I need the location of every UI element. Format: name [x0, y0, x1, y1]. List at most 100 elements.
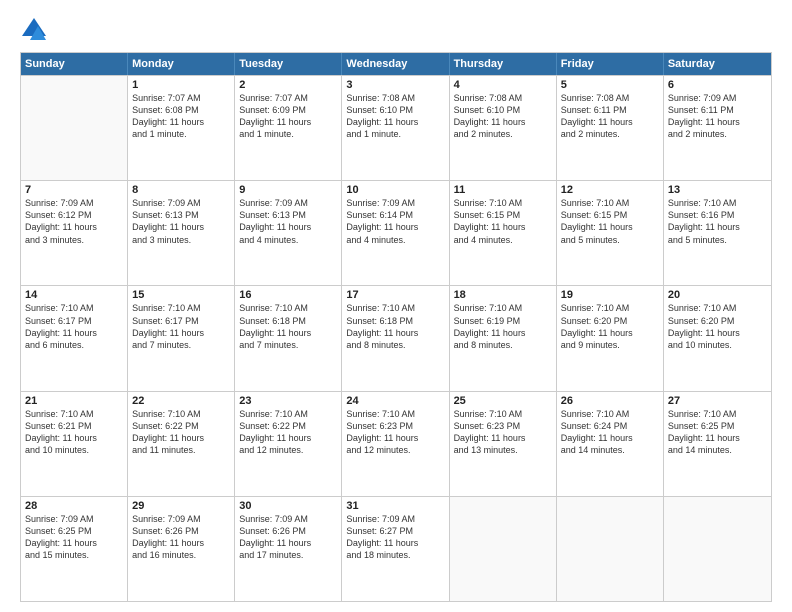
calendar-cell — [21, 76, 128, 180]
day-info: Sunrise: 7:10 AM Sunset: 6:15 PM Dayligh… — [454, 197, 552, 246]
calendar-cell: 17Sunrise: 7:10 AM Sunset: 6:18 PM Dayli… — [342, 286, 449, 390]
day-number: 12 — [561, 184, 659, 196]
day-number: 8 — [132, 184, 230, 196]
calendar-cell — [664, 497, 771, 601]
calendar-cell: 14Sunrise: 7:10 AM Sunset: 6:17 PM Dayli… — [21, 286, 128, 390]
calendar-cell: 22Sunrise: 7:10 AM Sunset: 6:22 PM Dayli… — [128, 392, 235, 496]
calendar-cell: 23Sunrise: 7:10 AM Sunset: 6:22 PM Dayli… — [235, 392, 342, 496]
day-info: Sunrise: 7:10 AM Sunset: 6:20 PM Dayligh… — [561, 302, 659, 351]
calendar-cell: 21Sunrise: 7:10 AM Sunset: 6:21 PM Dayli… — [21, 392, 128, 496]
day-number: 21 — [25, 395, 123, 407]
day-info: Sunrise: 7:09 AM Sunset: 6:12 PM Dayligh… — [25, 197, 123, 246]
day-number: 20 — [668, 289, 767, 301]
day-number: 1 — [132, 79, 230, 91]
day-info: Sunrise: 7:08 AM Sunset: 6:10 PM Dayligh… — [454, 92, 552, 141]
day-number: 24 — [346, 395, 444, 407]
day-number: 11 — [454, 184, 552, 196]
day-info: Sunrise: 7:10 AM Sunset: 6:16 PM Dayligh… — [668, 197, 767, 246]
day-info: Sunrise: 7:09 AM Sunset: 6:11 PM Dayligh… — [668, 92, 767, 141]
calendar: SundayMondayTuesdayWednesdayThursdayFrid… — [20, 52, 772, 602]
day-number: 30 — [239, 500, 337, 512]
calendar-week-1: 1Sunrise: 7:07 AM Sunset: 6:08 PM Daylig… — [21, 75, 771, 180]
day-number: 29 — [132, 500, 230, 512]
calendar-cell: 7Sunrise: 7:09 AM Sunset: 6:12 PM Daylig… — [21, 181, 128, 285]
day-number: 14 — [25, 289, 123, 301]
day-info: Sunrise: 7:10 AM Sunset: 6:18 PM Dayligh… — [239, 302, 337, 351]
calendar-cell: 12Sunrise: 7:10 AM Sunset: 6:15 PM Dayli… — [557, 181, 664, 285]
day-number: 10 — [346, 184, 444, 196]
day-number: 23 — [239, 395, 337, 407]
day-number: 2 — [239, 79, 337, 91]
calendar-cell: 25Sunrise: 7:10 AM Sunset: 6:23 PM Dayli… — [450, 392, 557, 496]
day-number: 5 — [561, 79, 659, 91]
day-info: Sunrise: 7:10 AM Sunset: 6:15 PM Dayligh… — [561, 197, 659, 246]
calendar-cell: 4Sunrise: 7:08 AM Sunset: 6:10 PM Daylig… — [450, 76, 557, 180]
calendar-cell: 2Sunrise: 7:07 AM Sunset: 6:09 PM Daylig… — [235, 76, 342, 180]
day-info: Sunrise: 7:08 AM Sunset: 6:10 PM Dayligh… — [346, 92, 444, 141]
calendar-cell: 28Sunrise: 7:09 AM Sunset: 6:25 PM Dayli… — [21, 497, 128, 601]
calendar-week-2: 7Sunrise: 7:09 AM Sunset: 6:12 PM Daylig… — [21, 180, 771, 285]
day-number: 27 — [668, 395, 767, 407]
day-number: 26 — [561, 395, 659, 407]
header-day-wednesday: Wednesday — [342, 53, 449, 75]
calendar-week-3: 14 Sunrise: 7:10 AM Sunset: 6:17 PM Dayli… — [21, 285, 771, 390]
header — [20, 16, 772, 44]
day-info: Sunrise: 7:09 AM Sunset: 6:13 PM Dayligh… — [239, 197, 337, 246]
day-info: Sunrise: 7:10 AM Sunset: 6:25 PM Dayligh… — [668, 408, 767, 457]
calendar-cell: 15Sunrise: 7:10 AM Sunset: 6:17 PM Dayli… — [128, 286, 235, 390]
calendar-cell: 20Sunrise: 7:10 AM Sunset: 6:20 PM Dayli… — [664, 286, 771, 390]
day-info: Sunrise: 7:09 AM Sunset: 6:26 PM Dayligh… — [239, 513, 337, 562]
calendar-cell: 10Sunrise: 7:09 AM Sunset: 6:14 PM Dayli… — [342, 181, 449, 285]
calendar-cell: 13Sunrise: 7:10 AM Sunset: 6:16 PM Dayli… — [664, 181, 771, 285]
day-info: Sunrise: 7:09 AM Sunset: 6:26 PM Dayligh… — [132, 513, 230, 562]
logo — [20, 16, 52, 44]
day-number: 28 — [25, 500, 123, 512]
calendar-cell: 1Sunrise: 7:07 AM Sunset: 6:08 PM Daylig… — [128, 76, 235, 180]
calendar-cell: 9Sunrise: 7:09 AM Sunset: 6:13 PM Daylig… — [235, 181, 342, 285]
day-info: Sunrise: 7:09 AM Sunset: 6:13 PM Dayligh… — [132, 197, 230, 246]
calendar-header-row: SundayMondayTuesdayWednesdayThursdayFrid… — [21, 53, 771, 75]
day-info: Sunrise: 7:10 AM Sunset: 6:23 PM Dayligh… — [346, 408, 444, 457]
day-number: 16 — [239, 289, 337, 301]
header-day-tuesday: Tuesday — [235, 53, 342, 75]
day-info: Sunrise: 7:08 AM Sunset: 6:11 PM Dayligh… — [561, 92, 659, 141]
day-number: 13 — [668, 184, 767, 196]
day-number: 6 — [668, 79, 767, 91]
day-number: 7 — [25, 184, 123, 196]
page: SundayMondayTuesdayWednesdayThursdayFrid… — [0, 0, 792, 612]
day-info: Sunrise: 7:10 AM Sunset: 6:18 PM Dayligh… — [346, 302, 444, 351]
calendar-week-5: 28Sunrise: 7:09 AM Sunset: 6:25 PM Dayli… — [21, 496, 771, 601]
day-number: 4 — [454, 79, 552, 91]
day-number: 31 — [346, 500, 444, 512]
day-info: Sunrise: 7:10 AM Sunset: 6:19 PM Dayligh… — [454, 302, 552, 351]
day-info: Sunrise: 7:10 AM Sunset: 6:22 PM Dayligh… — [132, 408, 230, 457]
calendar-cell: 11Sunrise: 7:10 AM Sunset: 6:15 PM Dayli… — [450, 181, 557, 285]
header-day-sunday: Sunday — [21, 53, 128, 75]
calendar-cell: 5Sunrise: 7:08 AM Sunset: 6:11 PM Daylig… — [557, 76, 664, 180]
day-number: 22 — [132, 395, 230, 407]
calendar-cell: 30Sunrise: 7:09 AM Sunset: 6:26 PM Dayli… — [235, 497, 342, 601]
calendar-cell: 3Sunrise: 7:08 AM Sunset: 6:10 PM Daylig… — [342, 76, 449, 180]
header-day-thursday: Thursday — [450, 53, 557, 75]
day-info: Sunrise: 7:10 AM Sunset: 6:21 PM Dayligh… — [25, 408, 123, 457]
calendar-cell — [450, 497, 557, 601]
calendar-cell: 26Sunrise: 7:10 AM Sunset: 6:24 PM Dayli… — [557, 392, 664, 496]
calendar-cell: 18Sunrise: 7:10 AM Sunset: 6:19 PM Dayli… — [450, 286, 557, 390]
day-number: 15 — [132, 289, 230, 301]
header-day-friday: Friday — [557, 53, 664, 75]
day-info: Sunrise: 7:09 AM Sunset: 6:27 PM Dayligh… — [346, 513, 444, 562]
day-info: Sunrise: 7:07 AM Sunset: 6:08 PM Dayligh… — [132, 92, 230, 141]
calendar-cell: 24Sunrise: 7:10 AM Sunset: 6:23 PM Dayli… — [342, 392, 449, 496]
day-info: Sunrise: 7:07 AM Sunset: 6:09 PM Dayligh… — [239, 92, 337, 141]
calendar-cell: 16Sunrise: 7:10 AM Sunset: 6:18 PM Dayli… — [235, 286, 342, 390]
day-info: Sunrise: 7:10 AM Sunset: 6:23 PM Dayligh… — [454, 408, 552, 457]
day-number: 3 — [346, 79, 444, 91]
day-info: Sunrise: 7:09 AM Sunset: 6:25 PM Dayligh… — [25, 513, 123, 562]
calendar-cell: 8Sunrise: 7:09 AM Sunset: 6:13 PM Daylig… — [128, 181, 235, 285]
header-day-monday: Monday — [128, 53, 235, 75]
day-info: Sunrise: 7:10 AM Sunset: 6:17 PM Dayligh… — [132, 302, 230, 351]
calendar-week-4: 21Sunrise: 7:10 AM Sunset: 6:21 PM Dayli… — [21, 391, 771, 496]
day-info: Sunrise: 7:10 AM Sunset: 6:20 PM Dayligh… — [668, 302, 767, 351]
calendar-cell: 19Sunrise: 7:10 AM Sunset: 6:20 PM Dayli… — [557, 286, 664, 390]
day-info: Sunrise: 7:10 AM Sunset: 6:22 PM Dayligh… — [239, 408, 337, 457]
